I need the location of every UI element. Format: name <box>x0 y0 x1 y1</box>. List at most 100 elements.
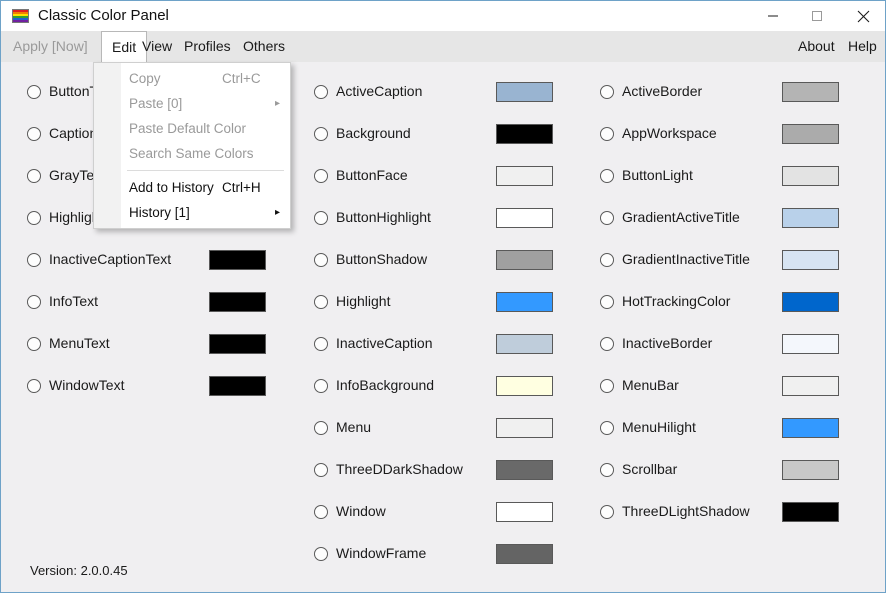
radio-buttonhighlight[interactable] <box>314 211 328 225</box>
radio-scrollbar[interactable] <box>600 463 614 477</box>
color-row[interactable]: AppWorkspace <box>600 123 839 147</box>
radio-activecaption[interactable] <box>314 85 328 99</box>
color-swatch-buttonshadow[interactable] <box>496 250 553 270</box>
color-row[interactable]: Background <box>314 123 553 147</box>
radio-buttonshadow[interactable] <box>314 253 328 267</box>
color-row[interactable]: ButtonLight <box>600 165 839 189</box>
color-swatch-inactivecaptiontext[interactable] <box>209 250 266 270</box>
minimize-button[interactable] <box>749 1 797 31</box>
menu-profiles[interactable]: Profiles <box>184 31 231 62</box>
color-row-label: GradientInactiveTitle <box>622 251 750 267</box>
color-swatch-menubar[interactable] <box>782 376 839 396</box>
radio-menuhilight[interactable] <box>600 421 614 435</box>
color-row[interactable]: ThreeDDarkShadow <box>314 459 553 483</box>
color-row[interactable]: InactiveCaptionText <box>27 249 266 273</box>
color-swatch-highlight[interactable] <box>496 292 553 312</box>
radio-buttonlight[interactable] <box>600 169 614 183</box>
color-row[interactable]: MenuText <box>27 333 266 357</box>
color-swatch-appworkspace[interactable] <box>782 124 839 144</box>
radio-window[interactable] <box>314 505 328 519</box>
radio-menu[interactable] <box>314 421 328 435</box>
color-swatch-hottrackingcolor[interactable] <box>782 292 839 312</box>
color-row[interactable]: ThreeDLightShadow <box>600 501 839 525</box>
menu-others[interactable]: Others <box>243 31 285 62</box>
menu-view[interactable]: View <box>142 31 172 62</box>
radio-threedlightshadow[interactable] <box>600 505 614 519</box>
color-swatch-scrollbar[interactable] <box>782 460 839 480</box>
color-swatch-gradientinactivetitle[interactable] <box>782 250 839 270</box>
color-swatch-activecaption[interactable] <box>496 82 553 102</box>
color-swatch-gradientactivetitle[interactable] <box>782 208 839 228</box>
color-row[interactable]: Menu <box>314 417 553 441</box>
color-row[interactable]: Highlight <box>314 291 553 315</box>
color-swatch-threeddarkshadow[interactable] <box>496 460 553 480</box>
radio-hottrackingcolor[interactable] <box>600 295 614 309</box>
menu-item-label: Paste [0] <box>129 96 183 111</box>
color-row[interactable]: MenuBar <box>600 375 839 399</box>
color-swatch-inactiveborder[interactable] <box>782 334 839 354</box>
radio-threeddarkshadow[interactable] <box>314 463 328 477</box>
radio-graytext[interactable] <box>27 169 41 183</box>
radio-highlight[interactable] <box>314 295 328 309</box>
color-row[interactable]: InactiveCaption <box>314 333 553 357</box>
color-swatch-windowtext[interactable] <box>209 376 266 396</box>
color-row[interactable]: WindowFrame <box>314 543 553 567</box>
color-swatch-inactivecaption[interactable] <box>496 334 553 354</box>
radio-appworkspace[interactable] <box>600 127 614 141</box>
color-row[interactable]: ActiveBorder <box>600 81 839 105</box>
color-row[interactable]: Window <box>314 501 553 525</box>
menu-edit[interactable]: Edit <box>101 31 148 63</box>
color-row[interactable]: WindowText <box>27 375 266 399</box>
menu-about[interactable]: About <box>798 31 835 62</box>
color-row[interactable]: MenuHilight <box>600 417 839 441</box>
radio-windowtext[interactable] <box>27 379 41 393</box>
close-button[interactable] <box>839 1 885 31</box>
color-swatch-infobackground[interactable] <box>496 376 553 396</box>
color-row[interactable]: ButtonShadow <box>314 249 553 273</box>
radio-menutext[interactable] <box>27 337 41 351</box>
color-swatch-threedlightshadow[interactable] <box>782 502 839 522</box>
color-row[interactable]: InfoText <box>27 291 266 315</box>
color-row[interactable]: Scrollbar <box>600 459 839 483</box>
radio-gradientinactivetitle[interactable] <box>600 253 614 267</box>
radio-buttonface[interactable] <box>314 169 328 183</box>
color-row[interactable]: GradientActiveTitle <box>600 207 839 231</box>
color-swatch-infotext[interactable] <box>209 292 266 312</box>
color-swatch-buttonlight[interactable] <box>782 166 839 186</box>
color-swatch-window[interactable] <box>496 502 553 522</box>
radio-highlighttext[interactable] <box>27 211 41 225</box>
color-swatch-activeborder[interactable] <box>782 82 839 102</box>
menu-item-history-1[interactable]: History [1] ▸ <box>94 200 290 225</box>
color-row[interactable]: InfoBackground <box>314 375 553 399</box>
color-row[interactable]: InactiveBorder <box>600 333 839 357</box>
menu-help[interactable]: Help <box>848 31 877 62</box>
color-row[interactable]: ButtonHighlight <box>314 207 553 231</box>
radio-inactivecaptiontext[interactable] <box>27 253 41 267</box>
radio-background[interactable] <box>314 127 328 141</box>
color-swatch-menu[interactable] <box>496 418 553 438</box>
color-row[interactable]: ActiveCaption <box>314 81 553 105</box>
color-row[interactable]: ButtonFace <box>314 165 553 189</box>
radio-activeborder[interactable] <box>600 85 614 99</box>
radio-inactivecaption[interactable] <box>314 337 328 351</box>
color-row[interactable]: GradientInactiveTitle <box>600 249 839 273</box>
radio-menubar[interactable] <box>600 379 614 393</box>
menu-item-add-to-history[interactable]: Add to History Ctrl+H <box>94 175 290 200</box>
menu-apply-now[interactable]: Apply [Now] <box>13 31 88 62</box>
color-row-label: ActiveCaption <box>336 83 423 99</box>
color-swatch-menutext[interactable] <box>209 334 266 354</box>
color-swatch-menuhilight[interactable] <box>782 418 839 438</box>
color-swatch-background[interactable] <box>496 124 553 144</box>
color-swatch-buttonhighlight[interactable] <box>496 208 553 228</box>
color-swatch-windowframe[interactable] <box>496 544 553 564</box>
color-swatch-buttonface[interactable] <box>496 166 553 186</box>
radio-inactiveborder[interactable] <box>600 337 614 351</box>
maximize-button[interactable] <box>793 1 841 31</box>
radio-windowframe[interactable] <box>314 547 328 561</box>
radio-captiontext[interactable] <box>27 127 41 141</box>
radio-gradientactivetitle[interactable] <box>600 211 614 225</box>
radio-infotext[interactable] <box>27 295 41 309</box>
radio-infobackground[interactable] <box>314 379 328 393</box>
color-row[interactable]: HotTrackingColor <box>600 291 839 315</box>
radio-buttontext[interactable] <box>27 85 41 99</box>
